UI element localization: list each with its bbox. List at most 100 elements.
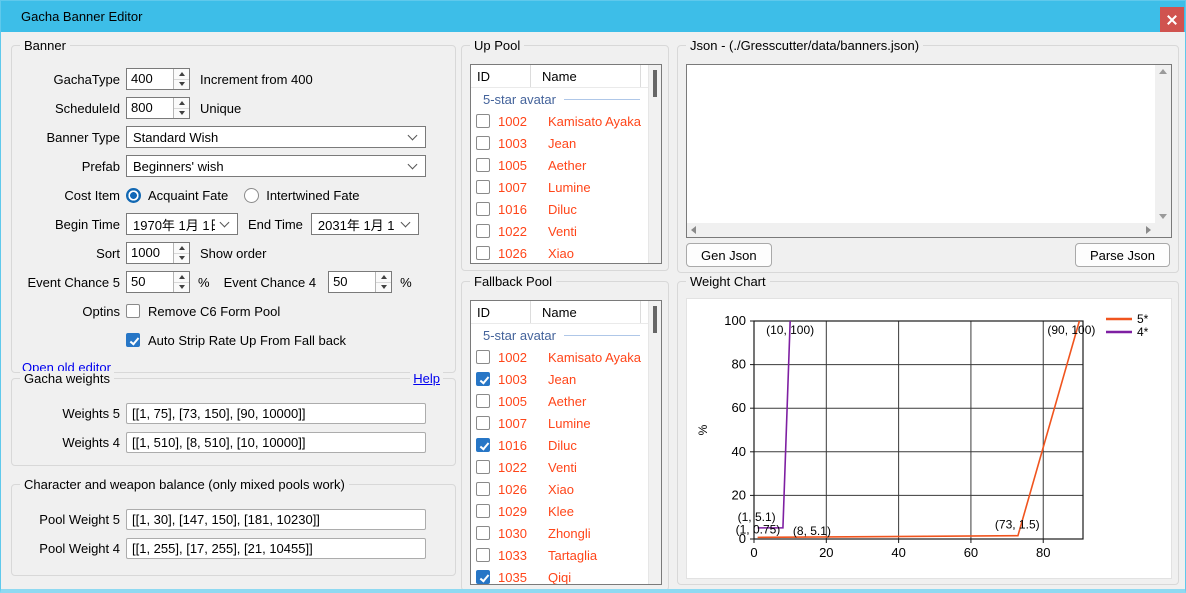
weights5-input[interactable]: [[1, 75], [73, 150], [90, 10000]] — [126, 403, 426, 424]
json-editor[interactable] — [686, 64, 1172, 238]
checkbox-unchecked[interactable] — [476, 460, 490, 474]
prefab-select[interactable]: Beginners' wish — [126, 155, 426, 177]
pool-row[interactable]: 1026Xiao — [471, 242, 648, 263]
scrollbar-thumb[interactable] — [653, 306, 657, 333]
pool-row[interactable]: 1016Diluc — [471, 434, 648, 456]
auto-strip-checkbox[interactable] — [126, 333, 140, 347]
spin-down-icon[interactable] — [376, 283, 391, 293]
pool-row[interactable]: 1005Aether — [471, 154, 648, 176]
scrollbar-thumb[interactable] — [653, 70, 657, 97]
pool-row[interactable]: 1026Xiao — [471, 478, 648, 500]
spin-up-icon[interactable] — [174, 98, 189, 109]
scroll-up-icon[interactable] — [1159, 69, 1167, 74]
parse-json-button[interactable]: Parse Json — [1075, 243, 1170, 267]
remove-c6-label: Remove C6 Form Pool — [148, 304, 280, 319]
checkbox-unchecked[interactable] — [476, 350, 490, 364]
json-textarea[interactable] — [687, 65, 1155, 223]
pool-row[interactable]: 1033Tartaglia — [471, 544, 648, 566]
up-pool-list[interactable]: ID Name 5-star avatar 1002Kamisato Ayaka… — [470, 64, 662, 264]
gen-json-button[interactable]: Gen Json — [686, 243, 772, 267]
pool-row[interactable]: 1016Diluc — [471, 198, 648, 220]
checkbox-unchecked[interactable] — [476, 416, 490, 430]
checkbox-unchecked[interactable] — [476, 482, 490, 496]
event-chance-5-input[interactable]: 50 — [126, 271, 190, 293]
checkbox-checked[interactable] — [476, 372, 490, 386]
event-chance-4-value[interactable]: 50 — [329, 272, 375, 292]
pool-row[interactable]: 1002Kamisato Ayaka — [471, 110, 648, 132]
checkbox-unchecked[interactable] — [476, 202, 490, 216]
event-chance-5-value[interactable]: 50 — [127, 272, 173, 292]
event-chance-4-input[interactable]: 50 — [328, 271, 392, 293]
remove-c6-checkbox[interactable] — [126, 304, 140, 318]
scroll-down-icon[interactable] — [1159, 214, 1167, 219]
checkbox-unchecked[interactable] — [476, 246, 490, 260]
spin-down-icon[interactable] — [174, 283, 189, 293]
checkbox-unchecked[interactable] — [476, 158, 490, 172]
end-time-picker[interactable]: 2031年 1月 1日 — [311, 213, 419, 235]
cost-item-option-acquaint[interactable]: Acquaint Fate — [126, 188, 228, 203]
pool-row[interactable]: 1007Lumine — [471, 412, 648, 434]
radio-icon[interactable] — [126, 188, 141, 203]
sort-spinner[interactable] — [173, 243, 189, 263]
pool-row[interactable]: 1022Venti — [471, 456, 648, 478]
checkbox-unchecked[interactable] — [476, 504, 490, 518]
checkbox-unchecked[interactable] — [476, 114, 490, 128]
sort-value[interactable]: 1000 — [127, 243, 173, 263]
pool-item-id: 1035 — [498, 570, 548, 585]
help-link[interactable]: Help — [410, 371, 443, 386]
horizontal-scrollbar[interactable] — [687, 223, 1155, 237]
spin-down-icon[interactable] — [174, 109, 189, 119]
fallback-pool-list[interactable]: ID Name 5-star avatar 1002Kamisato Ayaka… — [470, 300, 662, 585]
spin-up-icon[interactable] — [174, 69, 189, 80]
scroll-left-icon[interactable] — [691, 226, 696, 234]
checkbox-checked[interactable] — [476, 438, 490, 452]
begin-time-picker[interactable]: 1970年 1月 1日 — [126, 213, 238, 235]
event-chance-5-spinner[interactable] — [173, 272, 189, 292]
pool-item-id: 1026 — [498, 482, 548, 497]
pool-row[interactable]: 1035Qiqi — [471, 566, 648, 584]
scheduleid-input[interactable]: 800 — [126, 97, 190, 119]
weights4-input[interactable]: [[1, 510], [8, 510], [10, 10000]] — [126, 432, 426, 453]
checkbox-unchecked[interactable] — [476, 224, 490, 238]
pool-row[interactable]: 1003Jean — [471, 368, 648, 390]
gachatype-input[interactable]: 400 — [126, 68, 190, 90]
checkbox-unchecked[interactable] — [476, 180, 490, 194]
checkbox-unchecked[interactable] — [476, 136, 490, 150]
column-header-id: ID — [471, 301, 531, 323]
scheduleid-spinner[interactable] — [173, 98, 189, 118]
scroll-right-icon[interactable] — [1146, 226, 1151, 234]
pool-row[interactable]: 1029Klee — [471, 500, 648, 522]
radio-icon[interactable] — [244, 188, 259, 203]
spin-up-icon[interactable] — [376, 272, 391, 283]
spin-down-icon[interactable] — [174, 254, 189, 264]
pool-row[interactable]: 1022Venti — [471, 220, 648, 242]
pool-item-id: 1005 — [498, 394, 548, 409]
scheduleid-value[interactable]: 800 — [127, 98, 173, 118]
pool-item-id: 1022 — [498, 224, 548, 239]
pool-row[interactable]: 1002Kamisato Ayaka — [471, 346, 648, 368]
banner-type-select[interactable]: Standard Wish — [126, 126, 426, 148]
checkbox-unchecked[interactable] — [476, 394, 490, 408]
close-button[interactable] — [1160, 7, 1184, 32]
checkbox-unchecked[interactable] — [476, 548, 490, 562]
pool-row[interactable]: 1005Aether — [471, 390, 648, 412]
spin-up-icon[interactable] — [174, 243, 189, 254]
pool-row[interactable]: 1007Lumine — [471, 176, 648, 198]
spin-up-icon[interactable] — [174, 272, 189, 283]
optins-row-2: Auto Strip Rate Up From Fall back — [20, 329, 455, 351]
cost-item-option-intertwined[interactable]: Intertwined Fate — [244, 188, 359, 203]
fallback-pool-scrollbar[interactable] — [648, 301, 661, 584]
pool-row[interactable]: 1003Jean — [471, 132, 648, 154]
checkbox-checked[interactable] — [476, 570, 490, 584]
gachatype-value[interactable]: 400 — [127, 69, 173, 89]
pool-weight5-input[interactable]: [[1, 30], [147, 150], [181, 10230]] — [126, 509, 426, 530]
vertical-scrollbar[interactable] — [1155, 65, 1171, 223]
pool-row[interactable]: 1030Zhongli — [471, 522, 648, 544]
checkbox-unchecked[interactable] — [476, 526, 490, 540]
up-pool-scrollbar[interactable] — [648, 65, 661, 263]
sort-input[interactable]: 1000 — [126, 242, 190, 264]
event-chance-4-spinner[interactable] — [375, 272, 391, 292]
spin-down-icon[interactable] — [174, 80, 189, 90]
pool-weight4-input[interactable]: [[1, 255], [17, 255], [21, 10455]] — [126, 538, 426, 559]
gachatype-spinner[interactable] — [173, 69, 189, 89]
